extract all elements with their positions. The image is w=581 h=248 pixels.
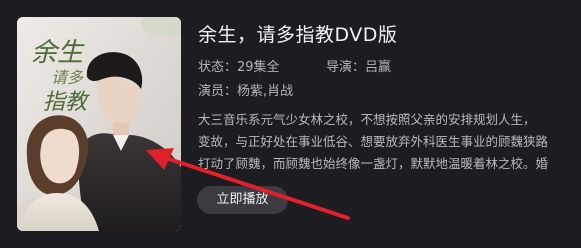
- poster-image[interactable]: 余生 请多 指教: [17, 17, 181, 231]
- poster-illustration: 余生 请多 指教: [17, 17, 181, 231]
- description-line: 大三音乐系元气少女林之校，不想按照父亲的安排规划人生，: [198, 112, 536, 127]
- svg-text:请多: 请多: [51, 68, 84, 87]
- play-now-button[interactable]: 立即播放: [197, 186, 288, 214]
- video-detail-card: 余生 请多 指教 余生，请多指教DVD版 状态：29集全 导演：吕赢 演员：杨紫…: [0, 0, 581, 248]
- director-text: 导演：吕赢: [326, 60, 392, 75]
- cast-text: 演员：杨紫,肖战: [198, 84, 294, 99]
- status-text: 状态：29集全: [198, 60, 280, 75]
- description-line: 打动了顾魏，而顾魏也始终像一盏灯，默默地温暖着林之校。婚: [198, 156, 549, 171]
- svg-text:余生: 余生: [31, 38, 85, 68]
- video-title: 余生，请多指教DVD版: [198, 24, 398, 46]
- description-line: 变故，与正好处在事业低谷、想要放弃外科医生事业的顾魏狭路: [198, 134, 549, 149]
- svg-text:指教: 指教: [43, 90, 90, 115]
- description: 大三音乐系元气少女林之校，不想按照父亲的安排规划人生， 变故，与正好处在事业低谷…: [198, 109, 581, 177]
